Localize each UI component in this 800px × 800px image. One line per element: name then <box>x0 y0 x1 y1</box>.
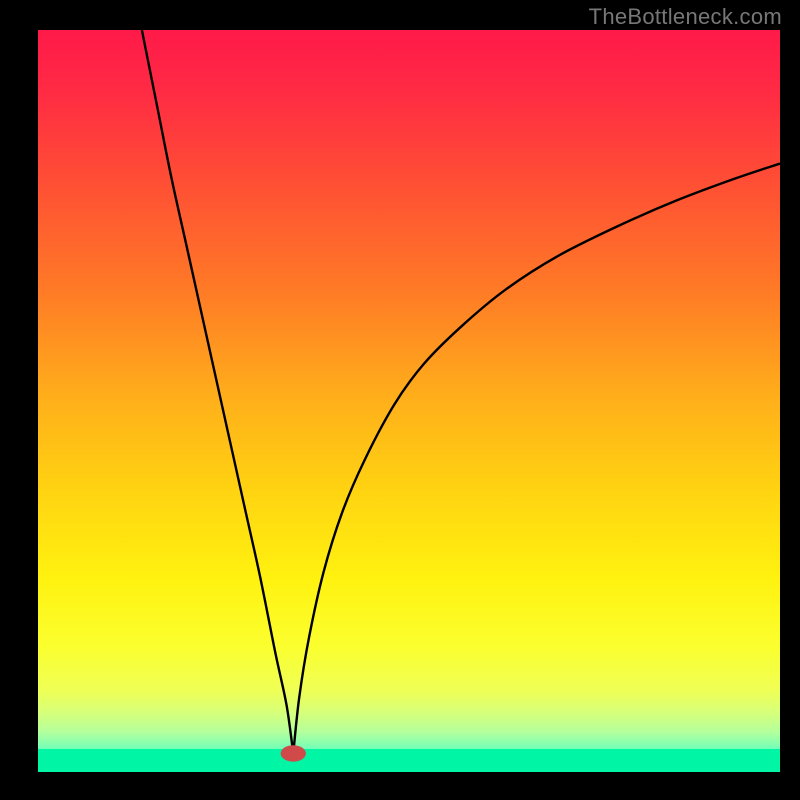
gradient-background <box>38 30 780 772</box>
chart-plot-area <box>38 30 780 772</box>
chart-svg <box>38 30 780 772</box>
bottom-band <box>38 749 780 772</box>
bottleneck-marker <box>281 745 306 761</box>
watermark-label: TheBottleneck.com <box>589 4 782 30</box>
